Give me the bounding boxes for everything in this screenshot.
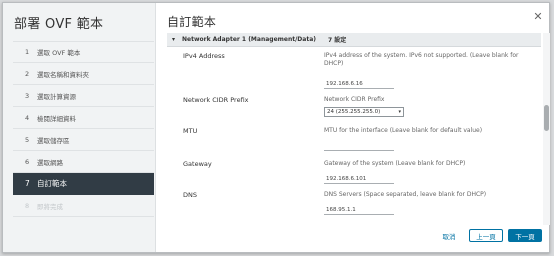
step-label: 選取網路	[37, 158, 63, 167]
cidr-row: Network CIDR Prefix Network CIDR Prefix …	[167, 96, 541, 126]
dns-label: DNS	[183, 191, 197, 199]
wizard-title: 部署 OVF 範本	[14, 17, 104, 32]
dns-input[interactable]	[324, 205, 394, 215]
cidr-select[interactable]: 24 (255.255.255.0) ▾	[324, 107, 404, 117]
step-number: 2	[25, 69, 30, 78]
chevron-down-icon: ▾	[398, 109, 401, 115]
next-button[interactable]: 下一頁	[508, 229, 542, 242]
ipv4-label: IPv4 Address	[183, 52, 225, 60]
step-number: 7	[25, 179, 30, 188]
section-header[interactable]: ▾ Network Adapter 1 (Management/Data) 7 …	[167, 33, 541, 47]
ipv4-description: IPv4 address of the system. IPv6 not sup…	[324, 52, 519, 67]
ipv4-input[interactable]	[324, 79, 394, 89]
wizard-steps: 1 選取 OVF 範本 2 選取名稱和資料夾 3 選取計算資源 4 檢閱詳細資料 5 選取…	[13, 41, 154, 217]
step-label: 檢閱詳細資料	[37, 114, 76, 123]
gateway-description: Gateway of the system (Leave blank for D…	[324, 160, 466, 167]
vertical-scrollbar[interactable]	[543, 33, 550, 225]
deploy-ovf-dialog: 部署 OVF 範本 1 選取 OVF 範本 2 選取名稱和資料夾 3 選取計算資源 4…	[2, 2, 550, 253]
wizard-step-2[interactable]: 2 選取名稱和資料夾	[13, 63, 154, 85]
step-label: 選取 OVF 範本	[37, 49, 81, 57]
page-title: 自訂範本	[167, 15, 217, 29]
step-number: 5	[25, 135, 30, 144]
step-label: 選取名稱和資料夾	[37, 70, 89, 79]
cidr-selected-value: 24 (255.255.255.0)	[327, 109, 381, 115]
gateway-label: Gateway	[183, 160, 212, 168]
mtu-row: MTU MTU for the interface (Leave blank f…	[167, 127, 541, 157]
back-button[interactable]: 上一頁	[469, 229, 503, 242]
section-count: 7 設定	[328, 37, 347, 44]
wizard-step-5[interactable]: 5 選取儲存區	[13, 129, 154, 151]
wizard-step-1[interactable]: 1 選取 OVF 範本	[13, 41, 154, 63]
ipv4-row: IPv4 Address IPv4 address of the system.…	[167, 52, 541, 92]
wizard-step-8: 8 即將完成	[13, 195, 154, 217]
gateway-row: Gateway Gateway of the system (Leave bla…	[167, 160, 541, 190]
wizard-step-3[interactable]: 3 選取計算資源	[13, 85, 154, 107]
mtu-input[interactable]	[324, 141, 394, 151]
dns-description: DNS Servers (Space separated, leave blan…	[324, 191, 487, 198]
dns-row: DNS DNS Servers (Space separated, leave …	[167, 191, 541, 221]
step-label: 自訂範本	[37, 179, 67, 188]
cidr-description: Network CIDR Prefix	[324, 96, 385, 103]
wizard-step-6[interactable]: 6 選取網路	[13, 151, 154, 173]
step-number: 3	[25, 91, 30, 100]
step-number: 4	[25, 113, 30, 122]
cidr-label: Network CIDR Prefix	[183, 96, 249, 104]
template-properties: ▾ Network Adapter 1 (Management/Data) 7 …	[167, 33, 548, 225]
wizard-sidebar: 部署 OVF 範本 1 選取 OVF 範本 2 選取名稱和資料夾 3 選取計算資源 4…	[3, 3, 156, 252]
step-number: 8	[25, 201, 30, 210]
step-number: 6	[25, 157, 30, 166]
section-title: Network Adapter 1 (Management/Data)	[182, 36, 316, 43]
close-button[interactable]: ✕	[531, 10, 545, 24]
mtu-description: MTU for the interface (Leave blank for d…	[324, 127, 483, 134]
wizard-step-7-active[interactable]: 7 自訂範本	[13, 173, 154, 195]
cancel-button[interactable]: 取消	[435, 229, 463, 242]
scrollbar-thumb[interactable]	[544, 105, 549, 131]
step-number: 1	[25, 48, 30, 56]
gateway-input[interactable]	[324, 174, 394, 184]
step-label: 選取儲存區	[37, 136, 70, 145]
step-label: 即將完成	[37, 202, 63, 211]
step-label: 選取計算資源	[37, 92, 76, 101]
mtu-label: MTU	[183, 127, 198, 135]
chevron-down-icon[interactable]: ▾	[167, 36, 182, 43]
close-icon: ✕	[533, 10, 543, 23]
wizard-step-4[interactable]: 4 檢閱詳細資料	[13, 107, 154, 129]
